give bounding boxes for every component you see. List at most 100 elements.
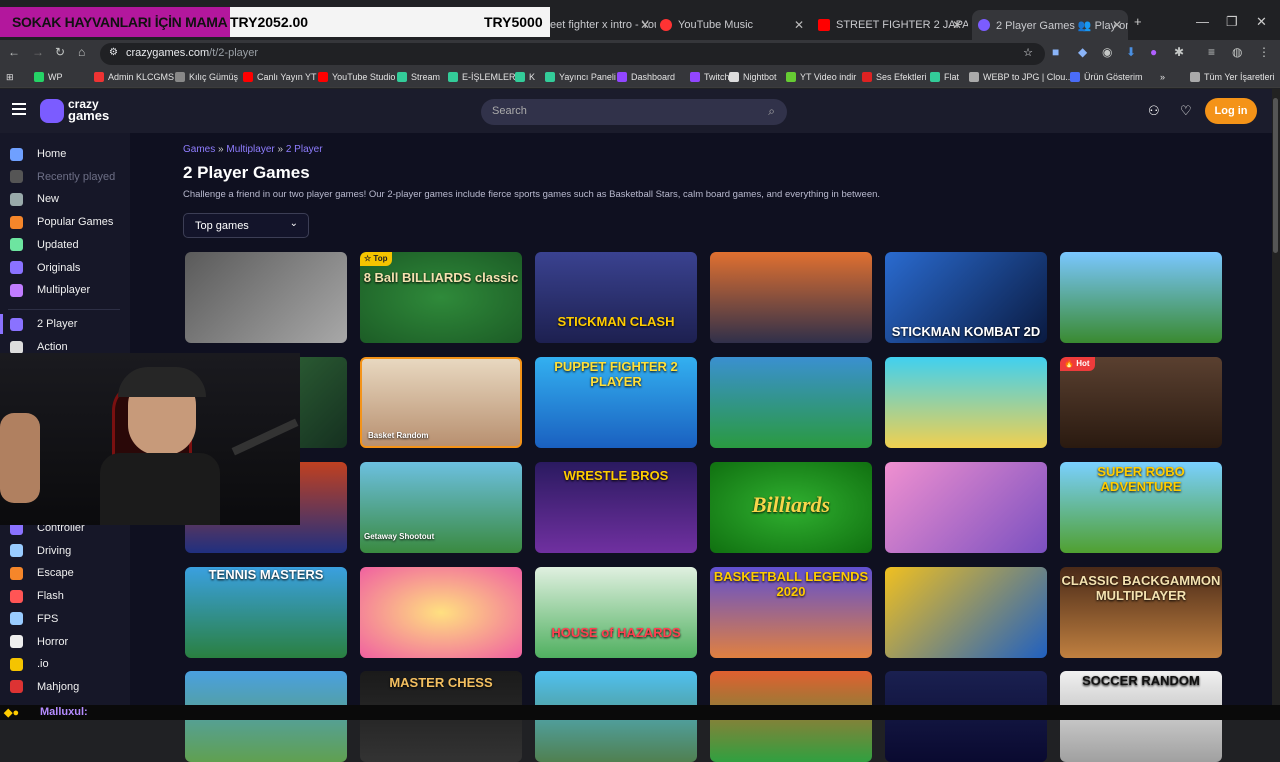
- game-tile[interactable]: PUPPET FIGHTER 2 PLAYER: [535, 357, 697, 448]
- site-info-icon[interactable]: ⚙: [109, 47, 118, 58]
- bookmark-item[interactable]: Twitch: [690, 72, 730, 82]
- bookmark-item[interactable]: YouTube Studio: [318, 72, 395, 82]
- bookmark-item[interactable]: Flat: [930, 72, 959, 82]
- crazygames-logo-icon[interactable]: [40, 99, 64, 123]
- sort-dropdown[interactable]: Top games ⌄: [183, 213, 309, 238]
- sidebar-item[interactable]: Home: [10, 145, 66, 163]
- search-icon[interactable]: ⌕: [768, 104, 775, 119]
- sidebar-item[interactable]: Recently played: [10, 168, 115, 186]
- bookmark-item[interactable]: WP: [34, 72, 63, 82]
- game-tile[interactable]: TENNIS MASTERS: [185, 567, 347, 658]
- home-icon[interactable]: ⌂: [78, 45, 85, 59]
- bookmark-item[interactable]: Admin KLCGMS: [94, 72, 174, 82]
- tab-street-fighter-intro[interactable]: eet fighter x intro - You ✕: [550, 12, 656, 38]
- game-tile[interactable]: CLASSIC BACKGAMMON MULTIPLAYER: [1060, 567, 1222, 658]
- bookmark-item[interactable]: Dashboard: [617, 72, 675, 82]
- download-icon[interactable]: ⬇: [1126, 45, 1136, 59]
- apps-grid-icon[interactable]: ⊞: [6, 72, 14, 83]
- sidebar-item[interactable]: Escape: [10, 564, 74, 582]
- game-tile[interactable]: [360, 567, 522, 658]
- bookmark-item[interactable]: Ses Efektleri: [862, 72, 927, 82]
- new-tab-icon[interactable]: +: [1134, 14, 1142, 29]
- extension-icon[interactable]: ◆: [1078, 45, 1087, 59]
- reading-list-icon[interactable]: ≡: [1208, 45, 1215, 59]
- bookmark-item[interactable]: Tüm Yer İşaretleri: [1190, 72, 1275, 82]
- bookmark-item[interactable]: Nightbot: [729, 72, 777, 82]
- screenshot-icon[interactable]: ◉: [1102, 45, 1112, 59]
- extension-icon[interactable]: ■: [1052, 45, 1059, 59]
- favorites-heart-icon[interactable]: ♡: [1180, 103, 1192, 119]
- close-icon[interactable]: ✕: [952, 18, 962, 32]
- back-icon[interactable]: ←: [8, 45, 20, 59]
- breadcrumb-games[interactable]: Games: [183, 144, 215, 155]
- game-tile[interactable]: STICKMAN CLASH: [535, 252, 697, 343]
- address-bar[interactable]: ⚙ crazygames.com/t/2-player ☆: [100, 43, 1045, 65]
- login-button[interactable]: Log in: [1205, 98, 1257, 124]
- bookmark-item[interactable]: E-İŞLEMLER: [448, 72, 516, 82]
- sidebar-item[interactable]: 2 Player: [10, 315, 77, 333]
- game-tile[interactable]: Billiards: [710, 462, 872, 553]
- game-tile[interactable]: [710, 357, 872, 448]
- game-tile[interactable]: BASKETBALL LEGENDS 2020: [710, 567, 872, 658]
- game-tile[interactable]: HOUSE of HAZARDS: [535, 567, 697, 658]
- sidebar-item[interactable]: Driving: [10, 542, 71, 560]
- breadcrumb-multiplayer[interactable]: Multiplayer: [226, 144, 274, 155]
- menu-kebab-icon[interactable]: ⋮: [1258, 45, 1270, 59]
- game-tile[interactable]: 8 Ball BILLIARDS classic ☆ Top: [360, 252, 522, 343]
- restore-icon[interactable]: ❐: [1226, 14, 1238, 30]
- sidebar-item[interactable]: New: [10, 190, 59, 208]
- game-tile[interactable]: 🔥 Hot: [1060, 357, 1222, 448]
- bookmark-item[interactable]: Kılıç Gümüş: [175, 72, 238, 82]
- menu-icon[interactable]: [12, 103, 26, 115]
- bookmark-star-icon[interactable]: ☆: [1023, 46, 1033, 59]
- close-window-icon[interactable]: ✕: [1256, 14, 1267, 30]
- reload-icon[interactable]: ↻: [55, 45, 65, 59]
- extension-icon[interactable]: ●: [1150, 45, 1157, 59]
- game-tile[interactable]: [185, 252, 347, 343]
- game-tile[interactable]: SUPER ROBO ADVENTURE: [1060, 462, 1222, 553]
- forward-icon[interactable]: →: [32, 45, 44, 59]
- extensions-puzzle-icon[interactable]: ✱: [1174, 45, 1184, 59]
- logo-text[interactable]: crazy games: [68, 98, 109, 122]
- scrollbar-thumb[interactable]: [1273, 98, 1278, 253]
- close-icon[interactable]: ✕: [794, 18, 804, 32]
- game-tile[interactable]: Basket Random: [360, 357, 522, 448]
- friends-icon[interactable]: ⚇: [1148, 103, 1160, 119]
- bookmark-item[interactable]: Yayıncı Paneli: [545, 72, 616, 82]
- bookmark-item[interactable]: WEBP to JPG | Clou...: [969, 72, 1073, 82]
- bookmark-item[interactable]: YT Video indir: [786, 72, 856, 82]
- sidebar-item-label: Mahjong: [37, 680, 80, 693]
- more-bookmarks-icon[interactable]: »: [1160, 72, 1165, 82]
- game-tile[interactable]: WRESTLE BROS: [535, 462, 697, 553]
- profile-avatar[interactable]: ◍: [1232, 45, 1242, 59]
- tab-street-fighter-2[interactable]: STREET FIGHTER 2 JAPAN vs US✕: [818, 12, 968, 38]
- sidebar-item[interactable]: Updated: [10, 236, 79, 254]
- search-input[interactable]: Search ⌕: [481, 99, 787, 125]
- donation-goal: TRY5000: [484, 14, 543, 30]
- close-icon[interactable]: ✕: [640, 18, 650, 32]
- bookmark-item[interactable]: K: [515, 72, 535, 82]
- bookmark-item[interactable]: Ürün Gösterim: [1070, 72, 1143, 82]
- game-tile[interactable]: [885, 567, 1047, 658]
- bookmark-item[interactable]: Stream: [397, 72, 440, 82]
- sidebar-item[interactable]: Multiplayer: [10, 281, 90, 299]
- game-tile[interactable]: [710, 252, 872, 343]
- close-icon[interactable]: ✕: [1112, 18, 1122, 32]
- breadcrumb-2-player[interactable]: 2 Player: [286, 144, 323, 155]
- sidebar-item[interactable]: Popular Games: [10, 213, 113, 231]
- sidebar-item[interactable]: Mahjong: [10, 678, 79, 696]
- game-tile[interactable]: [1060, 252, 1222, 343]
- sidebar-item[interactable]: Flash: [10, 587, 64, 605]
- sidebar-item[interactable]: FPS: [10, 610, 58, 628]
- tab-youtube-music[interactable]: YouTube Music ✕: [660, 12, 810, 38]
- game-tile[interactable]: Getaway Shootout: [360, 462, 522, 553]
- minimize-icon[interactable]: —: [1196, 14, 1209, 29]
- bookmark-item[interactable]: Canlı Yayın YT: [243, 72, 317, 82]
- game-tile[interactable]: STICKMAN KOMBAT 2D: [885, 252, 1047, 343]
- sidebar-item[interactable]: Originals: [10, 259, 80, 277]
- tab-2-player-games[interactable]: 2 Player Games 👥 Play on Cra✕: [972, 10, 1128, 40]
- sidebar-item[interactable]: .io: [10, 655, 49, 673]
- game-tile[interactable]: [885, 357, 1047, 448]
- game-tile[interactable]: [885, 462, 1047, 553]
- sidebar-item[interactable]: Horror: [10, 633, 68, 651]
